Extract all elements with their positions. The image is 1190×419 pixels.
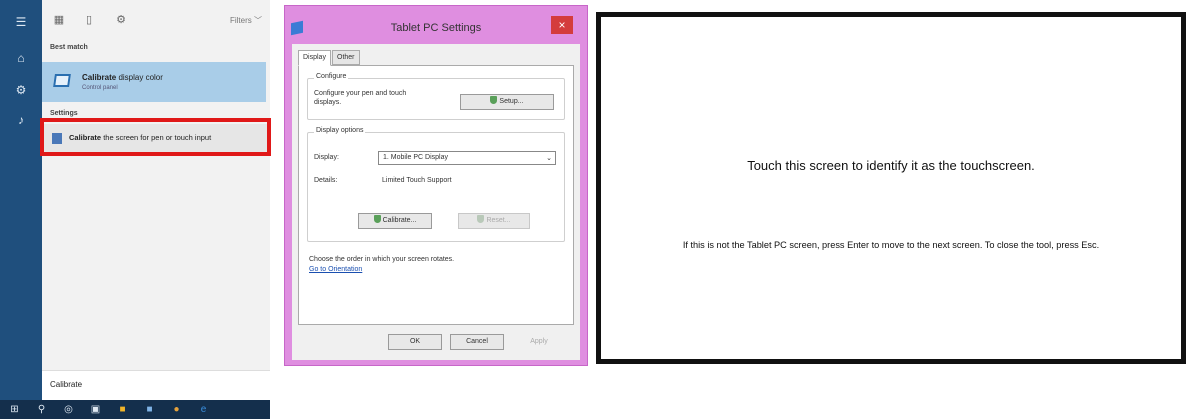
search-icon[interactable]: ⚲ (35, 403, 48, 416)
display-label: Display: (314, 154, 339, 161)
display-select[interactable]: 1. Mobile PC Display ⌄ (378, 151, 556, 165)
filters-dropdown[interactable]: Filters ﹀ (230, 15, 262, 26)
touch-instructions: If this is not the Tablet PC screen, pre… (682, 240, 1100, 250)
display-select-value: 1. Mobile PC Display (383, 154, 448, 161)
document-icon[interactable]: ▯ (82, 13, 96, 29)
mail-icon[interactable]: ■ (143, 403, 156, 416)
best-match-label: Best match (50, 44, 88, 51)
display-options-label: Display options (314, 127, 366, 134)
window-title: Tablet PC Settings (390, 22, 482, 34)
gear-icon[interactable]: ⚙ (0, 78, 42, 102)
tab-other[interactable]: Other (332, 50, 360, 65)
red-highlight-box (40, 118, 271, 156)
best-match-item[interactable]: Calibrate display color Control panel (42, 62, 266, 102)
reset-button[interactable]: Reset... (458, 213, 530, 229)
touch-identify-screen[interactable]: Touch this screen to identify it as the … (596, 12, 1186, 364)
chevron-down-icon: ⌄ (546, 155, 552, 162)
display-tab-page: Configure Configure your pen and touch d… (298, 65, 574, 325)
chrome-icon[interactable]: ● (170, 403, 183, 416)
best-match-subtitle: Control panel (82, 85, 118, 91)
uac-shield-icon (477, 215, 485, 223)
display-options-group: Display options Display: 1. Mobile PC Di… (307, 127, 565, 242)
store-icon[interactable]: ▣ (89, 403, 102, 416)
configure-group-label: Configure (314, 73, 349, 80)
monitor-icon (53, 74, 71, 87)
setup-button[interactable]: Setup... (460, 94, 554, 110)
details-label: Details: (314, 177, 338, 184)
start-search-panel: ☰ ⌂ ⚙ ♪ ▦ ▯ ⚙ Filters ﹀ Best match Calib… (0, 0, 271, 419)
chevron-down-icon: ﹀ (254, 16, 262, 25)
title-bar[interactable]: Tablet PC Settings × (285, 6, 587, 44)
configure-text: Configure your pen and touch displays. (314, 90, 407, 106)
uac-shield-icon (490, 96, 498, 104)
orientation-link[interactable]: Go to Orientation (309, 266, 362, 273)
filters-label: Filters (229, 16, 252, 25)
cancel-button[interactable]: Cancel (450, 334, 504, 350)
person-icon[interactable]: ♪ (0, 108, 42, 132)
home-icon[interactable]: ⌂ (0, 46, 42, 70)
taskbar: ⊞ ⚲ ◎ ▣ ■ ■ ● e (0, 400, 270, 419)
tablet-pc-settings-window: Tablet PC Settings × Display Other Confi… (284, 5, 588, 366)
edge-icon[interactable]: e (197, 403, 210, 416)
explorer-icon[interactable]: ■ (116, 403, 129, 416)
configure-group: Configure Configure your pen and touch d… (307, 73, 565, 120)
search-toolbar: ▦ ▯ ⚙ Filters ﹀ (42, 10, 270, 34)
rotate-text: Choose the order in which your screen ro… (309, 256, 455, 263)
apply-button[interactable]: Apply (512, 334, 566, 350)
close-button[interactable]: × (551, 16, 573, 34)
dialog-body: Display Other Configure Configure your p… (292, 44, 580, 360)
hamburger-icon[interactable]: ☰ (0, 10, 42, 34)
web-gear-icon[interactable]: ⚙ (114, 13, 128, 29)
details-value: Limited Touch Support (382, 177, 452, 184)
uac-shield-icon (373, 215, 381, 223)
windows-icon[interactable]: ⊞ (8, 403, 21, 416)
best-match-title: Calibrate display color (82, 73, 163, 82)
ok-button[interactable]: OK (388, 334, 442, 350)
settings-label: Settings (50, 110, 78, 117)
tab-display[interactable]: Display (298, 50, 331, 66)
start-left-rail: ☰ ⌂ ⚙ ♪ (0, 0, 42, 400)
calibrate-button[interactable]: Calibrate... (358, 213, 432, 229)
touch-headline: Touch this screen to identify it as the … (747, 158, 1035, 173)
search-query-text: Calibrate (50, 380, 83, 389)
task-view-icon[interactable]: ◎ (62, 403, 75, 416)
apps-grid-icon[interactable]: ▦ (52, 13, 66, 29)
search-input[interactable]: Calibrate (42, 370, 270, 400)
search-results-list: ▦ ▯ ⚙ Filters ﹀ Best match Calibrate dis… (42, 0, 270, 400)
